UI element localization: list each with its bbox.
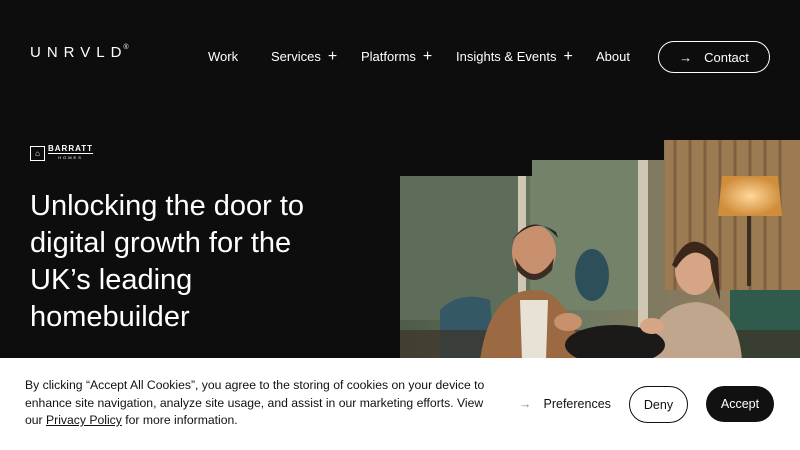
client-logo: ⌂ BARRATT HOMES xyxy=(30,144,94,162)
accept-label: Accept xyxy=(720,397,760,411)
image-step-mask xyxy=(532,140,664,160)
registered-mark: ® xyxy=(123,44,129,51)
accept-button[interactable]: Accept xyxy=(706,386,774,422)
deny-label: Deny xyxy=(643,397,674,412)
arrow-right-icon: → xyxy=(679,49,693,65)
nav-item-label: Work xyxy=(208,49,239,64)
plus-icon: + xyxy=(422,48,433,65)
plus-icon: + xyxy=(563,48,573,65)
arrow-right-icon: → xyxy=(519,397,532,411)
image-step-mask xyxy=(400,140,532,176)
nav-item-platforms[interactable]: Platforms + xyxy=(361,48,433,65)
nav-item-services[interactable]: Services + xyxy=(271,48,338,65)
preferences-label: Preferences xyxy=(543,397,611,411)
preferences-button[interactable]: → Preferences xyxy=(519,397,611,411)
client-logo-name: BARRATT xyxy=(48,144,94,153)
nav-item-about[interactable]: About xyxy=(596,49,630,64)
nav-item-label: Insights & Events xyxy=(456,49,557,64)
hero-title: Unlocking the door to digital growth for… xyxy=(30,190,305,333)
contact-label: Contact xyxy=(704,49,749,65)
nav-item-insights-events[interactable]: Insights & Events + xyxy=(456,48,573,65)
privacy-policy-link[interactable]: Privacy Policy xyxy=(46,413,122,427)
cookie-text-after: for more information. xyxy=(121,413,238,427)
site-logo[interactable]: UNRVLD® xyxy=(30,44,129,61)
nav-item-label: Services xyxy=(271,49,321,64)
logo-text: UNRVLD xyxy=(30,44,128,61)
nav-item-label: Platforms xyxy=(361,49,416,64)
contact-button[interactable]: → Contact xyxy=(658,41,770,73)
nav-item-work[interactable]: Work xyxy=(208,49,238,64)
client-logo-sub: HOMES xyxy=(48,153,94,162)
cookie-message: By clicking “Accept All Cookies”, you ag… xyxy=(25,377,495,430)
deny-button[interactable]: Deny xyxy=(629,386,688,423)
plus-icon: + xyxy=(327,48,338,65)
nav-item-label: About xyxy=(596,49,630,64)
house-icon: ⌂ xyxy=(30,146,45,161)
